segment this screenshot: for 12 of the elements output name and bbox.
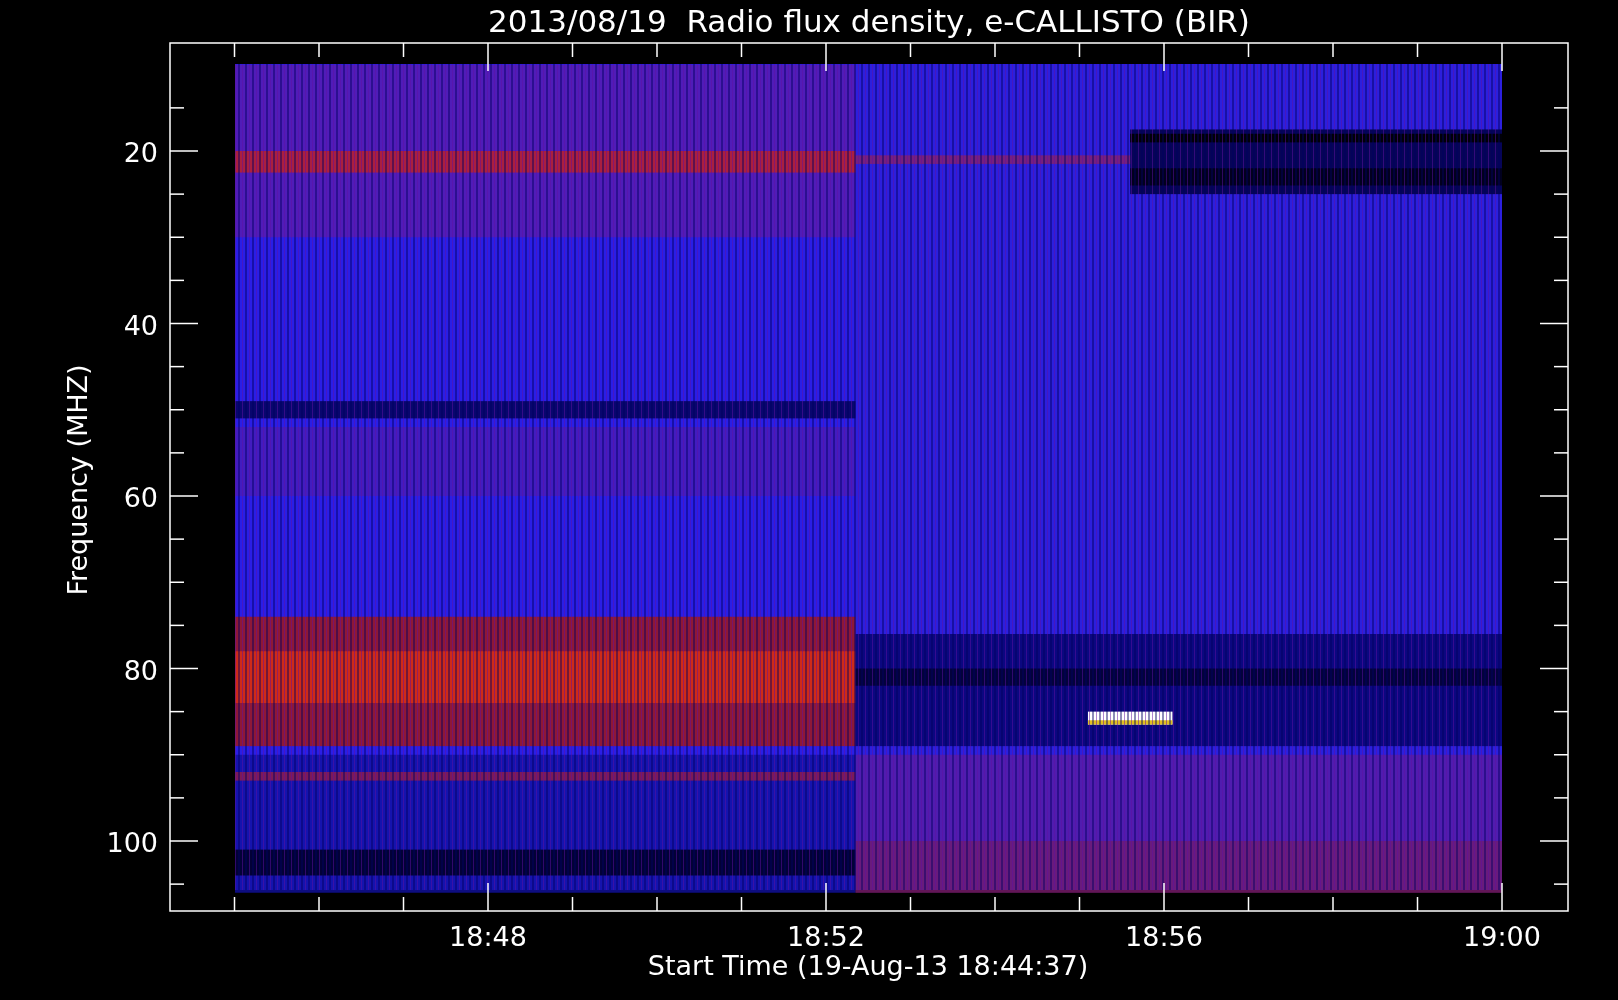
y-tick-label: 20 [123, 137, 158, 168]
y-tick-label: 100 [106, 827, 158, 858]
x-tick-label: 18:52 [787, 921, 865, 952]
x-tick-label: 19:00 [1463, 921, 1541, 952]
x-tick-label: 18:56 [1125, 921, 1203, 952]
y-axis-label: Frequency (MHZ) [62, 364, 93, 596]
x-axis-label: Start Time (19-Aug-13 18:44:37) [647, 950, 1089, 981]
chart-title: 2013/08/19 Radio flux density, e-CALLISTO (BIR) [488, 3, 1250, 39]
y-tick-label: 60 [123, 482, 158, 513]
x-tick-label: 18:48 [449, 921, 527, 952]
y-tick-label: 40 [123, 309, 158, 341]
y-tick-label: 80 [123, 654, 158, 686]
